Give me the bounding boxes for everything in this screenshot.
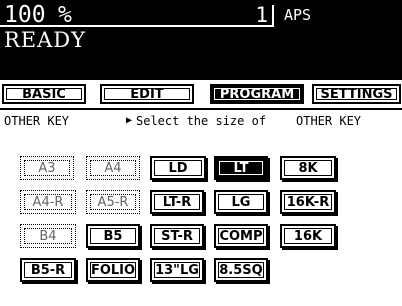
paper-size-label: 16K-R [286,194,330,210]
copier-touch-panel: 100 % 1 APS READY BASIC EDIT PROGRAM SET… [0,0,402,306]
paper-size-b5r-button[interactable]: B5-R [20,258,76,282]
paper-size-str-button[interactable]: ST-R [150,224,204,248]
paper-size-85sq-button[interactable]: 8.5SQ [214,258,268,282]
paper-size-label: B4 [39,228,57,244]
copy-count-frame [272,5,274,25]
paper-size-label: 8K [298,160,318,176]
paper-size-label: 8.5SQ [219,262,263,278]
menu-tab-bar: BASIC EDIT PROGRAM SETTINGS [0,82,402,106]
paper-size-8k-button[interactable]: 8K [280,156,336,180]
section-label: OTHER KEY [4,114,70,128]
paper-size-label: A4-R [32,194,64,210]
paper-size-16kr-button[interactable]: 16K-R [280,190,336,214]
paper-size-label: B5-R [30,262,66,278]
tab-edit-label: EDIT [130,86,164,102]
paper-size-label: LD [168,160,188,176]
status-panel: 100 % 1 APS READY [0,0,402,80]
paper-size-a3-button[interactable]: A3 [20,156,74,180]
paper-size-13lg-button[interactable]: 13"LG [150,258,204,282]
copy-count: 1 [255,3,268,27]
paper-size-a4r-button[interactable]: A4-R [20,190,76,214]
instruction-target: OTHER KEY [296,114,362,128]
zoom-ratio-unit: % [58,2,72,28]
aps-indicator: APS [284,6,312,24]
paper-size-label: A4 [104,160,122,176]
tab-basic[interactable]: BASIC [2,84,86,104]
paper-size-label: FOLIO [90,262,136,278]
tab-edit[interactable]: EDIT [100,84,194,104]
machine-status-message: READY [4,28,87,52]
tab-basic-label: BASIC [22,86,66,102]
paper-size-label: 13"LG [155,262,199,278]
paper-size-label: LT [233,160,249,176]
paper-size-label: ST-R [161,228,193,244]
zoom-ratio-value: 100 [4,2,46,28]
paper-size-a4-button[interactable]: A4 [86,156,140,180]
paper-size-lg-button[interactable]: LG [214,190,268,214]
paper-size-b4-button[interactable]: B4 [20,224,76,248]
paper-size-label: LT-R [162,194,192,210]
paper-size-folio-button[interactable]: FOLIO [86,258,140,282]
message-arrow-icon: ▶ [126,115,133,126]
paper-size-label: A3 [38,160,56,176]
paper-size-lt-button[interactable]: LT [214,156,268,180]
paper-size-b5-button[interactable]: B5 [86,224,140,248]
tab-settings[interactable]: SETTINGS [312,84,401,104]
paper-size-a5r-button[interactable]: A5-R [86,190,140,214]
paper-size-ld-button[interactable]: LD [150,156,206,180]
paper-size-label: B5 [103,228,123,244]
tab-program-label: PROGRAM [219,86,295,102]
paper-size-label: COMP [219,228,263,244]
tab-program[interactable]: PROGRAM [210,84,304,104]
tab-settings-label: SETTINGS [320,86,393,102]
instruction-text: Select the size of [136,114,267,128]
paper-size-label: LG [231,194,251,210]
paper-size-label: 16K [293,228,323,244]
paper-size-label: A5-R [97,194,129,210]
status-underline [0,25,274,27]
paper-size-ltr-button[interactable]: LT-R [150,190,204,214]
paper-size-16k-button[interactable]: 16K [280,224,336,248]
paper-size-comp-button[interactable]: COMP [214,224,268,248]
tab-divider [0,108,402,110]
